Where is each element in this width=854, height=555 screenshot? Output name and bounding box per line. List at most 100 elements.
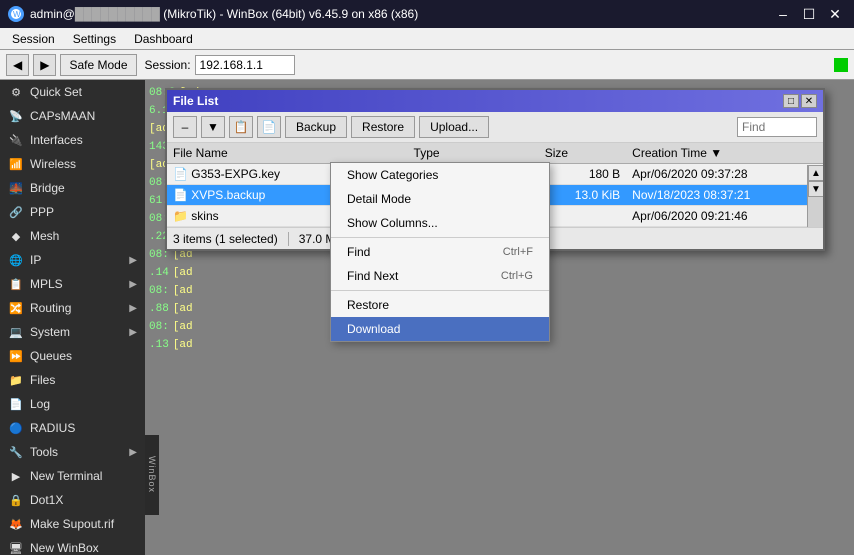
file-icon-key: 📄 — [173, 167, 188, 181]
file-icon-backup: 📄 — [173, 188, 188, 202]
menu-settings[interactable]: Settings — [65, 30, 124, 48]
new-winbox-icon: 🖥 — [8, 540, 24, 555]
upload-button[interactable]: Upload... — [419, 116, 489, 138]
file-date-0: Apr/06/2020 09:37:28 — [626, 164, 823, 185]
svg-text:W: W — [13, 10, 21, 19]
mpls-arrow: ▶ — [129, 279, 137, 290]
sidebar-item-ppp[interactable]: 🔗 PPP — [0, 200, 145, 224]
file-paste-button[interactable]: 📄 — [257, 116, 281, 138]
sidebar-item-interfaces[interactable]: 🔌 Interfaces — [0, 128, 145, 152]
title-bar-controls: – ☐ ✕ — [772, 5, 846, 23]
sidebar-label-ip: IP — [30, 253, 41, 267]
sidebar-label-make-supout: Make Supout.rif — [30, 517, 114, 531]
status-sep-1 — [288, 232, 289, 246]
sidebar-item-files[interactable]: 📁 Files — [0, 368, 145, 392]
ctx-detail-mode[interactable]: Detail Mode — [331, 187, 549, 211]
app-icon: W — [8, 6, 24, 22]
close-button[interactable]: ✕ — [824, 5, 846, 23]
sidebar-label-ppp: PPP — [30, 205, 54, 219]
file-list-scrollbar[interactable]: ▲ ▼ — [807, 165, 823, 227]
minimize-button[interactable]: – — [772, 5, 794, 23]
safe-mode-button[interactable]: Safe Mode — [60, 54, 136, 76]
file-date-1: Nov/18/2023 08:37:21 — [626, 185, 823, 206]
ctx-find[interactable]: Find Ctrl+F — [331, 240, 549, 264]
sidebar-label-mesh: Mesh — [30, 229, 59, 243]
col-filename[interactable]: File Name — [167, 143, 408, 164]
window-close-btn[interactable]: ✕ — [801, 94, 817, 108]
file-list-title-bar: File List □ ✕ — [167, 90, 823, 112]
ctx-show-columns[interactable]: Show Columns... — [331, 211, 549, 235]
sidebar-item-radius[interactable]: 🔵 RADIUS — [0, 416, 145, 440]
maximize-button[interactable]: ☐ — [798, 5, 820, 23]
forward-button[interactable]: ▶ — [33, 54, 56, 76]
back-button[interactable]: ◀ — [6, 54, 29, 76]
sidebar-item-quick-set[interactable]: ⚙ Quick Set — [0, 80, 145, 104]
sidebar-label-dot1x: Dot1X — [30, 493, 63, 507]
sidebar-item-queues[interactable]: ⏩ Queues — [0, 344, 145, 368]
quick-set-icon: ⚙ — [8, 84, 24, 100]
sidebar-item-mesh[interactable]: ◆ Mesh — [0, 224, 145, 248]
sidebar-item-new-terminal[interactable]: ▶ New Terminal — [0, 464, 145, 488]
sidebar-item-system[interactable]: 💻 System ▶ — [0, 320, 145, 344]
ctx-sep-2 — [331, 290, 549, 291]
scroll-up-btn[interactable]: ▲ — [808, 165, 823, 181]
radius-icon: 🔵 — [8, 420, 24, 436]
make-supout-icon: 🦊 — [8, 516, 24, 532]
sidebar-item-wireless[interactable]: 📶 Wireless — [0, 152, 145, 176]
ctx-find-next[interactable]: Find Next Ctrl+G — [331, 264, 549, 288]
ip-icon: 🌐 — [8, 252, 24, 268]
sidebar-label-capsman: CAPsMAAN — [30, 109, 95, 123]
menu-dashboard[interactable]: Dashboard — [126, 30, 201, 48]
sidebar-label-interfaces: Interfaces — [30, 133, 83, 147]
file-toolbar: – ▼ 📋 📄 Backup Restore Upload... — [167, 112, 823, 143]
sidebar-item-mpls[interactable]: 📋 MPLS ▶ — [0, 272, 145, 296]
scroll-down-btn[interactable]: ▼ — [808, 181, 823, 197]
sidebar-item-capsman[interactable]: 📡 CAPsMAAN — [0, 104, 145, 128]
file-size-0: 180 B — [539, 164, 626, 185]
sidebar-item-make-supout[interactable]: 🦊 Make Supout.rif — [0, 512, 145, 536]
sidebar-item-bridge[interactable]: 🌉 Bridge — [0, 176, 145, 200]
ctx-download[interactable]: Download — [331, 317, 549, 341]
sidebar-item-dot1x[interactable]: 🔒 Dot1X — [0, 488, 145, 512]
backup-button[interactable]: Backup — [285, 116, 347, 138]
ip-text: ██████████ — [75, 7, 160, 21]
capsman-icon: 📡 — [8, 108, 24, 124]
main-layout: ⚙ Quick Set 📡 CAPsMAAN 🔌 Interfaces 📶 Wi… — [0, 80, 854, 555]
file-icon-folder: 📁 — [173, 209, 188, 223]
interfaces-icon: 🔌 — [8, 132, 24, 148]
sidebar-label-radius: RADIUS — [30, 421, 75, 435]
sidebar-label-queues: Queues — [30, 349, 72, 363]
sidebar-item-new-winbox[interactable]: 🖥 New WinBox — [0, 536, 145, 555]
sidebar-item-routing[interactable]: 🔀 Routing ▶ — [0, 296, 145, 320]
title-bar-text: admin@██████████ (MikroTik) - WinBox (64… — [30, 7, 418, 21]
file-copy-button[interactable]: 📋 — [229, 116, 253, 138]
wireless-icon: 📶 — [8, 156, 24, 172]
bridge-icon: 🌉 — [8, 180, 24, 196]
file-search-input[interactable] — [737, 117, 817, 137]
queues-icon: ⏩ — [8, 348, 24, 364]
window-restore-btn[interactable]: □ — [783, 94, 799, 108]
sidebar-item-ip[interactable]: 🌐 IP ▶ — [0, 248, 145, 272]
system-icon: 💻 — [8, 324, 24, 340]
sidebar-label-wireless: Wireless — [30, 157, 76, 171]
ctx-restore[interactable]: Restore — [331, 293, 549, 317]
session-input[interactable] — [195, 55, 295, 75]
restore-button[interactable]: Restore — [351, 116, 415, 138]
tools-arrow: ▶ — [129, 447, 137, 458]
content-area: 08:3[ad 6.13[ad [ad 143[ad [ad 08:[ad 61… — [145, 80, 854, 555]
sidebar-label-mpls: MPLS — [30, 277, 63, 291]
sidebar-label-new-terminal: New Terminal — [30, 469, 102, 483]
file-table-header: File Name Type Size Creation Time ▼ — [167, 143, 823, 164]
window-controls: □ ✕ — [783, 94, 817, 108]
sidebar-item-tools[interactable]: 🔧 Tools ▶ — [0, 440, 145, 464]
sidebar-item-log[interactable]: 📄 Log — [0, 392, 145, 416]
col-type[interactable]: Type — [408, 143, 539, 164]
col-creation[interactable]: Creation Time ▼ — [626, 143, 823, 164]
ctx-show-categories[interactable]: Show Categories — [331, 163, 549, 187]
file-size-1: 13.0 KiB — [539, 185, 626, 206]
file-remove-button[interactable]: – — [173, 116, 197, 138]
file-filter-button[interactable]: ▼ — [201, 116, 225, 138]
menu-session[interactable]: Session — [4, 30, 63, 48]
sidebar-label-quick-set: Quick Set — [30, 85, 82, 99]
col-size[interactable]: Size — [539, 143, 626, 164]
